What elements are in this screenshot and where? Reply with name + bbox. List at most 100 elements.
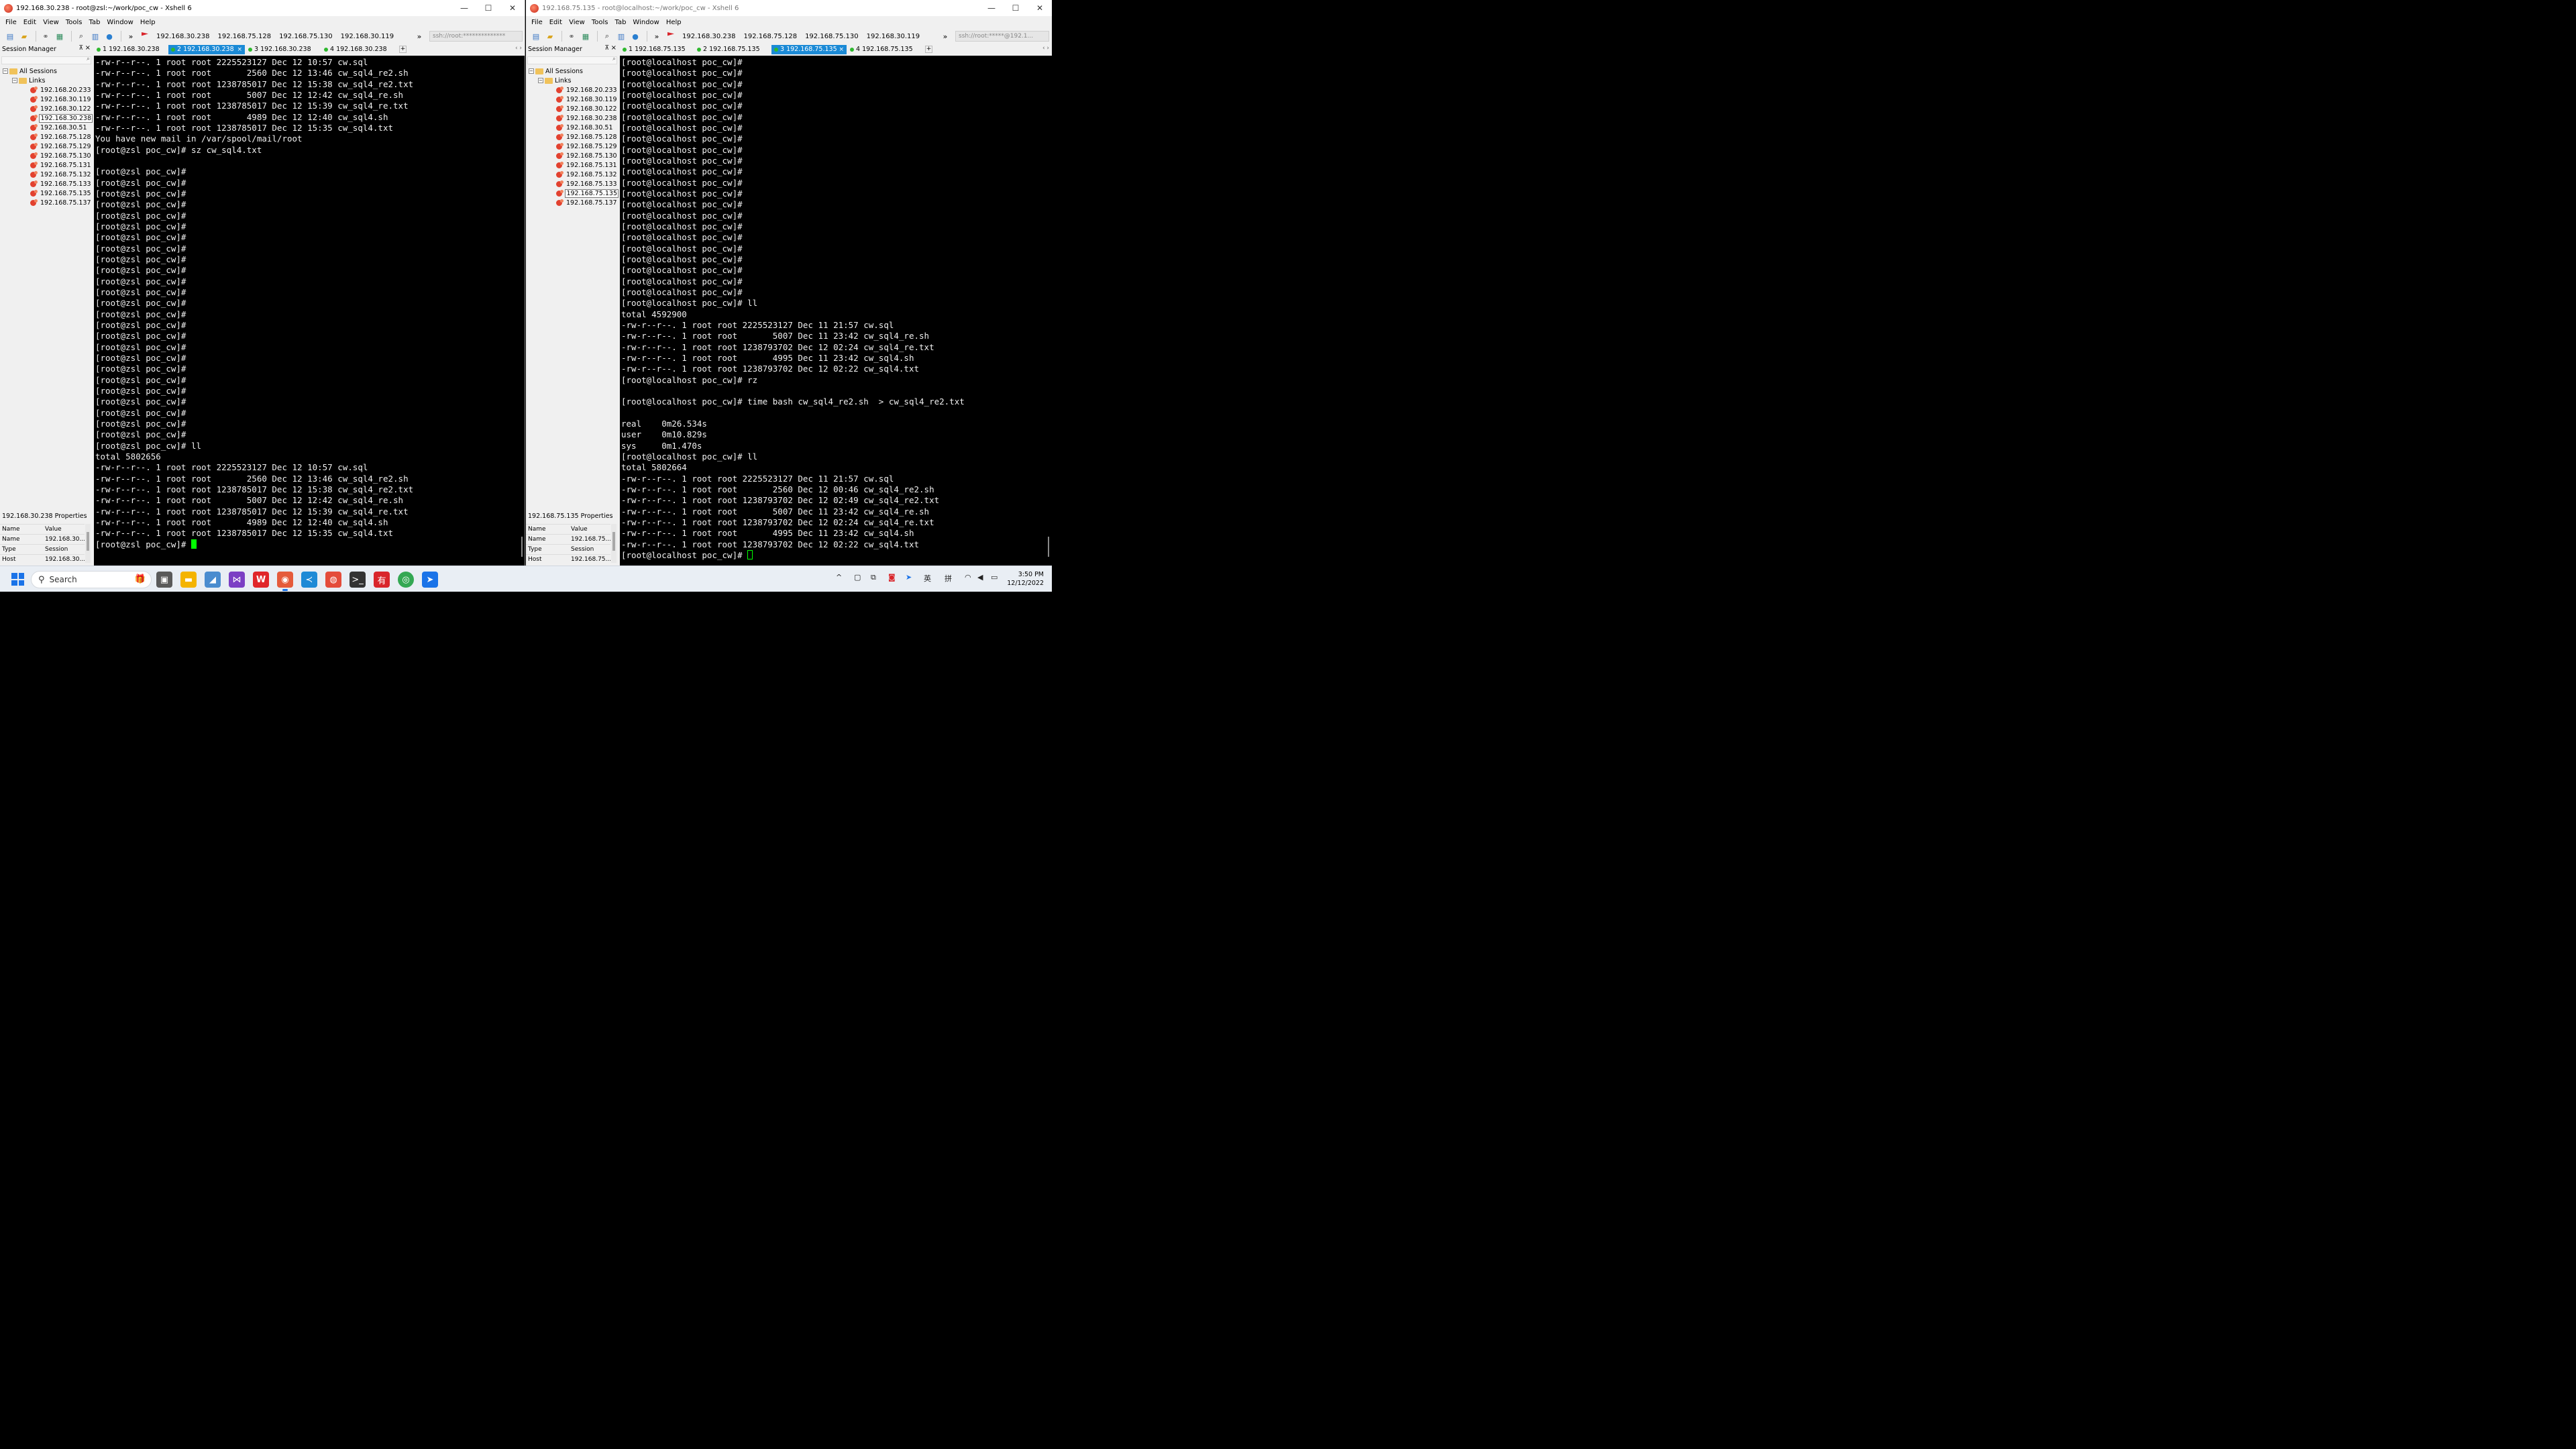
tray-app-icon-4[interactable]: ➤ (906, 573, 912, 582)
menu-view[interactable]: View (566, 19, 588, 26)
session-item[interactable]: 192.168.75.133 (0, 179, 93, 189)
session-manager-close-icon[interactable]: × (85, 44, 91, 52)
pin-icon[interactable]: ⊼ (604, 45, 609, 52)
session-item[interactable]: 192.168.30.122 (526, 104, 619, 113)
xftp-icon[interactable]: ◍ (325, 572, 341, 588)
layout-icon[interactable]: ▥ (615, 31, 627, 42)
photos-app-icon[interactable]: ◢ (205, 572, 221, 588)
quick-link-item[interactable]: 192.168.30.119 (337, 33, 398, 40)
session-item[interactable]: 192.168.30.238 (526, 113, 619, 123)
quick-links-overflow-icon[interactable]: » (939, 31, 951, 42)
minimize-icon[interactable]: — (979, 0, 1004, 16)
close-icon[interactable]: ✕ (1028, 0, 1052, 16)
address-bar[interactable]: ssh://root:************** (429, 31, 523, 42)
quick-links-overflow-icon[interactable]: » (413, 31, 425, 42)
maximize-icon[interactable]: ☐ (1004, 0, 1028, 16)
menu-edit[interactable]: Edit (20, 19, 40, 26)
session-item[interactable]: 192.168.75.137 (526, 198, 619, 207)
session-tab[interactable]: 1 192.168.75.135 (620, 44, 694, 54)
tree-folder-links[interactable]: − Links (0, 76, 93, 85)
menu-edit[interactable]: Edit (546, 19, 566, 26)
scrollbar-thumb[interactable] (87, 532, 89, 551)
tray-ime-mode[interactable]: 拼 (945, 573, 952, 584)
vscode-icon[interactable]: ≺ (301, 572, 317, 588)
globe-icon[interactable]: ● (629, 31, 641, 42)
open-folder-icon[interactable]: ▰ (544, 31, 556, 42)
menu-tab[interactable]: Tab (85, 19, 103, 26)
tree-root-all-sessions[interactable]: − All Sessions (0, 66, 93, 76)
collapse-toggle-icon[interactable]: − (529, 68, 534, 74)
session-item[interactable]: 192.168.30.119 (526, 95, 619, 104)
session-item[interactable]: 192.168.75.132 (526, 170, 619, 179)
session-manager-close-icon[interactable]: × (611, 44, 616, 52)
menu-file[interactable]: File (2, 19, 20, 26)
disconnect-icon[interactable]: ⚭ (566, 31, 578, 42)
taskbar-search[interactable]: ⚲ Search 🎁 (31, 571, 152, 588)
tab-scroll-arrows[interactable]: ‹ › (515, 45, 522, 52)
session-tab[interactable]: 1 192.168.30.238 (94, 44, 168, 54)
session-tab[interactable]: 4 192.168.30.238 (321, 44, 396, 54)
minimize-icon[interactable]: — (452, 0, 476, 16)
terminal-scrollbar[interactable] (521, 537, 523, 557)
session-item[interactable]: 192.168.20.233 (526, 85, 619, 95)
new-session-icon[interactable]: ▤ (4, 31, 16, 42)
collapse-toggle-icon[interactable]: − (3, 68, 8, 74)
find-icon[interactable]: ⌕ (75, 31, 87, 42)
new-tab-button[interactable]: + (399, 46, 407, 53)
tab-close-icon[interactable]: × (839, 46, 844, 53)
session-item[interactable]: 192.168.75.130 (526, 151, 619, 160)
menu-window[interactable]: Window (629, 19, 662, 26)
session-item[interactable]: 192.168.75.137 (0, 198, 93, 207)
quick-link-item[interactable]: 192.168.30.238 (152, 33, 214, 40)
xshell-icon[interactable] (530, 3, 539, 13)
session-item[interactable]: 192.168.75.132 (0, 170, 93, 179)
tray-chevron-up-icon[interactable]: ^ (836, 573, 842, 582)
menu-window[interactable]: Window (103, 19, 136, 26)
session-item[interactable]: 192.168.75.129 (0, 142, 93, 151)
session-item[interactable]: 192.168.30.51 (526, 123, 619, 132)
toolbar-overflow-icon[interactable]: » (125, 31, 137, 42)
menu-file[interactable]: File (528, 19, 546, 26)
find-icon[interactable]: ⌕ (601, 31, 613, 42)
tray-app-icon-2[interactable]: ⧉ (871, 573, 876, 582)
pin-icon[interactable]: ⊼ (78, 45, 83, 52)
close-icon[interactable]: ✕ (500, 0, 525, 16)
session-item[interactable]: 192.168.75.135 (0, 189, 93, 198)
open-folder-icon[interactable]: ▰ (18, 31, 30, 42)
file-explorer-icon[interactable]: ▬ (180, 572, 197, 588)
terminal-scrollbar[interactable] (1048, 537, 1049, 557)
layout-icon[interactable]: ▥ (89, 31, 101, 42)
terminal-icon[interactable]: >_ (350, 572, 366, 588)
collapse-toggle-icon[interactable]: − (538, 78, 543, 83)
session-item[interactable]: 192.168.75.131 (526, 160, 619, 170)
battery-icon[interactable]: ▭ (991, 573, 998, 582)
tray-app-icon-1[interactable]: ▢ (854, 573, 861, 582)
disconnect-icon[interactable]: ⚭ (40, 31, 52, 42)
transfer-icon[interactable]: ▦ (54, 31, 66, 42)
new-tab-button[interactable]: + (925, 46, 932, 53)
clock[interactable]: 3:50 PM 12/12/2022 (1007, 570, 1044, 588)
menu-help[interactable]: Help (663, 19, 685, 26)
session-item[interactable]: 192.168.30.238 (0, 113, 93, 123)
volume-icon[interactable]: ◀ (977, 573, 983, 582)
menu-tab[interactable]: Tab (611, 19, 629, 26)
menu-tools[interactable]: Tools (588, 19, 612, 26)
transfer-icon[interactable]: ▦ (580, 31, 592, 42)
session-item[interactable]: 192.168.30.119 (0, 95, 93, 104)
session-tab[interactable]: 2 192.168.75.135 (694, 44, 771, 54)
menu-view[interactable]: View (40, 19, 62, 26)
session-item[interactable]: 192.168.75.130 (0, 151, 93, 160)
wifi-icon[interactable]: ◠ (965, 573, 971, 582)
session-tab[interactable]: 3 192.168.75.135 × (771, 44, 847, 54)
wps-office-icon[interactable]: W (253, 572, 269, 588)
maximize-icon[interactable]: ☐ (476, 0, 500, 16)
quick-link-item[interactable]: 192.168.30.119 (863, 33, 924, 40)
tray-ime-lang[interactable]: 英 (924, 573, 931, 584)
collapse-toggle-icon[interactable]: − (12, 78, 17, 83)
menu-help[interactable]: Help (137, 19, 159, 26)
properties-scrollbar[interactable] (85, 524, 91, 563)
session-item[interactable]: 192.168.20.233 (0, 85, 93, 95)
session-tab[interactable]: 3 192.168.30.238 (246, 44, 321, 54)
session-item[interactable]: 192.168.75.133 (526, 179, 619, 189)
session-search-input[interactable]: ⌕ (1, 56, 91, 64)
